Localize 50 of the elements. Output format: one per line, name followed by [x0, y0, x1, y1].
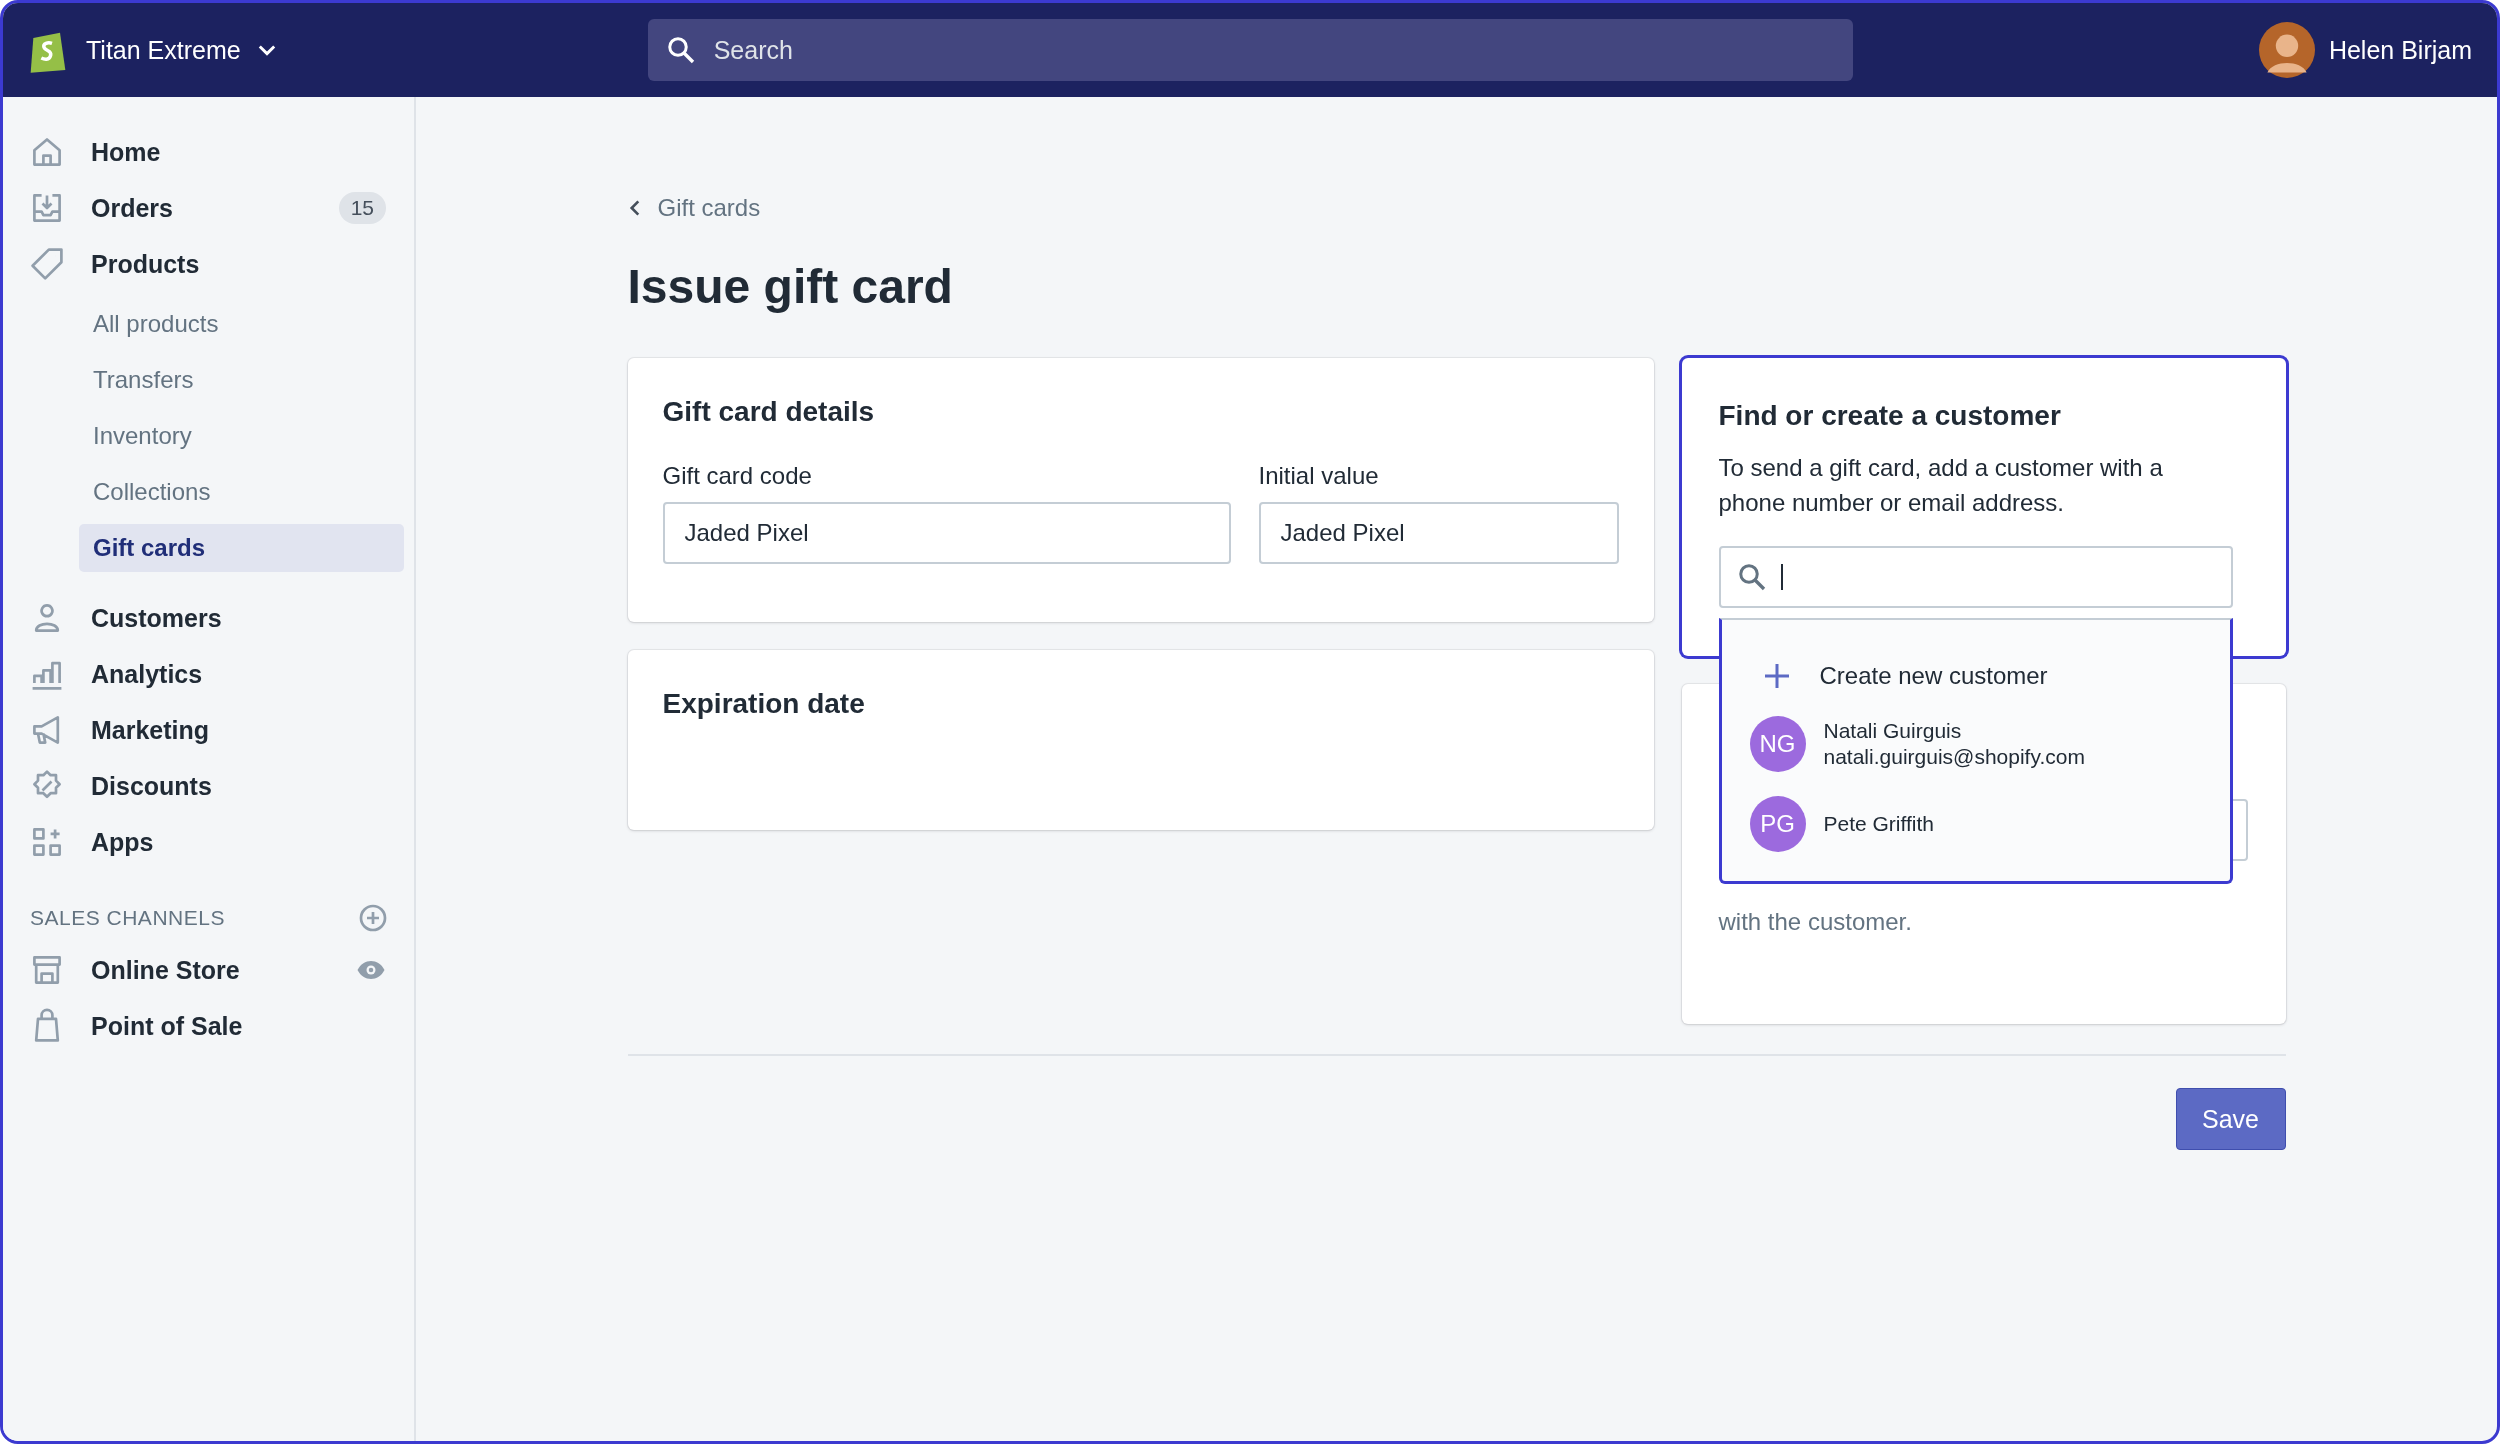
nav-item[interactable]: Apps [3, 814, 414, 870]
nav-item[interactable]: Products [3, 236, 414, 292]
menu-item[interactable]: NG Natali Guirguis natali.guirguis@shopify.com [1721, 704, 2230, 784]
nav-item[interactable]: Orders 15 [3, 180, 414, 236]
search-icon [665, 35, 696, 65]
customer-name: Natali Guirguis [1823, 719, 1963, 743]
help-text: with the customer. [1718, 907, 1913, 937]
search-placeholder: Search [713, 35, 793, 65]
nav-subitem[interactable]: Inventory [79, 412, 404, 460]
customer-name: Pete Griffith [1823, 812, 1934, 836]
menu-item-label: Create new customer [1819, 662, 2048, 690]
count-badge: 15 [338, 192, 386, 224]
section-heading: SALES CHANNELS [30, 906, 225, 930]
search-icon [1736, 562, 1767, 592]
nav-item[interactable]: Online Store [3, 942, 414, 998]
nav-item[interactable]: Discounts [3, 758, 414, 814]
customer-email: natali.guirguis@shopify.com [1823, 745, 2085, 769]
nav-subitem[interactable]: Transfers [79, 356, 404, 404]
eye-icon[interactable] [356, 959, 386, 981]
field-label: Gift card code [662, 462, 813, 490]
menu-item[interactable]: Create new customer [1721, 648, 2230, 704]
page-title: Issue gift card [627, 259, 954, 314]
breadcrumb-link[interactable]: Gift cards [627, 194, 761, 222]
nav-subitem[interactable]: All products [79, 300, 404, 348]
avatar[interactable] [2258, 22, 2315, 78]
card-heading: Expiration date [662, 688, 866, 720]
avatar: NG [1749, 716, 1806, 772]
menu-item[interactable]: PG Pete Griffith [1721, 784, 2230, 864]
store-switcher[interactable]: Titan Extreme [86, 35, 279, 65]
user-name[interactable]: Helen Birjam [2328, 35, 2472, 65]
card-heading: Gift card details [662, 396, 876, 428]
nav-subitem[interactable]: Collections [79, 468, 404, 516]
search-field[interactable] [1718, 546, 2233, 608]
nav-subitem[interactable]: Gift cards [79, 524, 404, 572]
tag-icon [29, 246, 65, 282]
nav-item[interactable]: Analytics [3, 646, 414, 702]
nav-item[interactable]: Point of Sale [3, 998, 414, 1054]
card-description: To send a gift card, add a customer with a phone number or email address. [1718, 453, 2164, 518]
search-field[interactable]: Search [647, 19, 1853, 81]
text-field[interactable]: Jaded Pixel [662, 502, 1231, 564]
nav-item[interactable]: Marketing [3, 702, 414, 758]
field-label: Initial value [1258, 462, 1380, 490]
nav-item[interactable]: Home [3, 124, 414, 180]
avatar: PG [1749, 796, 1806, 852]
card-heading: Find or create a customer [1718, 400, 2062, 432]
text-field[interactable]: Jaded Pixel [1258, 502, 1619, 564]
save-button[interactable]: Save [2175, 1088, 2286, 1150]
text-cursor [1780, 564, 1783, 590]
add-icon[interactable] [358, 903, 388, 933]
nav-item[interactable]: Customers [3, 590, 414, 646]
